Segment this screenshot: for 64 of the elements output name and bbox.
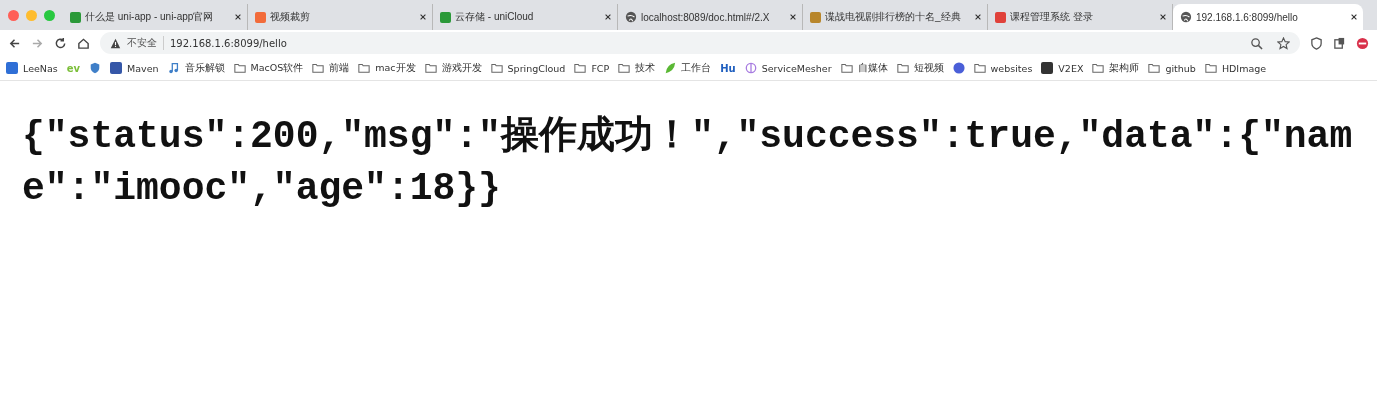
site-icon [110,62,122,74]
leaf-icon [664,62,677,74]
bookmark[interactable]: LeeNas [6,62,58,74]
json-response-text: {"status":200,"msg":"操作成功！","success":true,"data":{"name":"imooc","age":18}} [22,114,1354,212]
folder-icon [1148,62,1161,74]
bookmark[interactable]: 音乐解锁 [167,61,225,75]
folder-icon [840,62,853,74]
music-note-icon [167,62,180,74]
folder-icon [424,62,437,74]
bookmark[interactable]: 架构师 [1092,61,1140,75]
bookmark[interactable]: 游戏开发 [424,61,482,75]
close-icon[interactable] [974,13,982,21]
warning-icon [110,37,121,49]
folder-icon [618,62,631,74]
folder-icon [233,62,246,74]
bookmark[interactable]: websites [973,62,1033,74]
extension-icon[interactable] [1356,36,1369,50]
bookmark[interactable]: 前端 [312,61,350,75]
browser-tab[interactable]: 192.168.1.6:8099/hello [1173,4,1363,30]
close-icon[interactable] [604,13,612,21]
folder-icon [312,62,325,74]
bookmark[interactable]: FCP [574,62,610,74]
bookmark[interactable]: 工作台 [664,61,712,75]
zoom-icon[interactable] [1250,36,1263,50]
folder-icon [1204,62,1217,74]
bookmark[interactable]: HDImage [1204,62,1267,74]
browser-tab[interactable]: localhost:8089/doc.html#/2.X [618,4,803,30]
browser-tab[interactable]: 视频裁剪 [248,4,433,30]
close-icon[interactable] [419,13,427,21]
url-text: 192.168.1.6:8099/hello [170,37,288,49]
close-icon[interactable] [789,13,797,21]
folder-icon [358,62,371,74]
folder-icon [896,62,909,74]
bookmark[interactable]: Hu [720,62,736,74]
folder-icon [973,62,986,74]
shield-icon[interactable] [1310,36,1323,50]
bookmark[interactable]: ServiceMesher [744,62,832,74]
star-icon[interactable] [1277,36,1290,50]
security-label: 不安全 [127,36,164,50]
folder-icon [574,62,587,74]
folder-icon [490,62,503,74]
browser-tab[interactable]: 谍战电视剧排行榜的十名_经典 [803,4,988,30]
ring-icon [744,62,757,74]
browser-tab[interactable]: 什么是 uni-app - uni-app官网 [63,4,248,30]
bookmark[interactable]: 自媒体 [840,61,888,75]
home-icon[interactable] [77,36,90,50]
close-icon[interactable] [1350,13,1358,21]
reload-icon[interactable] [54,36,67,50]
bookmark[interactable]: Maven [110,62,159,74]
close-icon[interactable] [1159,13,1167,21]
bookmark[interactable]: SpringCloud [490,62,566,74]
site-icon [6,62,18,74]
bookmark[interactable]: 技术 [618,61,656,75]
extension-icon[interactable] [1333,36,1346,50]
bookmark[interactable]: github [1148,62,1196,74]
folder-icon [1092,62,1105,74]
browser-tab[interactable]: 云存储 - uniCloud [433,4,618,30]
bookmark[interactable]: MacOS软件 [233,61,304,75]
bookmark[interactable]: 短视频 [896,61,944,75]
address-field[interactable]: 不安全 192.168.1.6:8099/hello [100,32,1300,54]
bookmark[interactable]: V2EX [1041,62,1084,74]
site-icon [1041,62,1054,74]
bookmark[interactable]: mac开发 [358,61,416,75]
close-icon[interactable] [234,13,242,21]
